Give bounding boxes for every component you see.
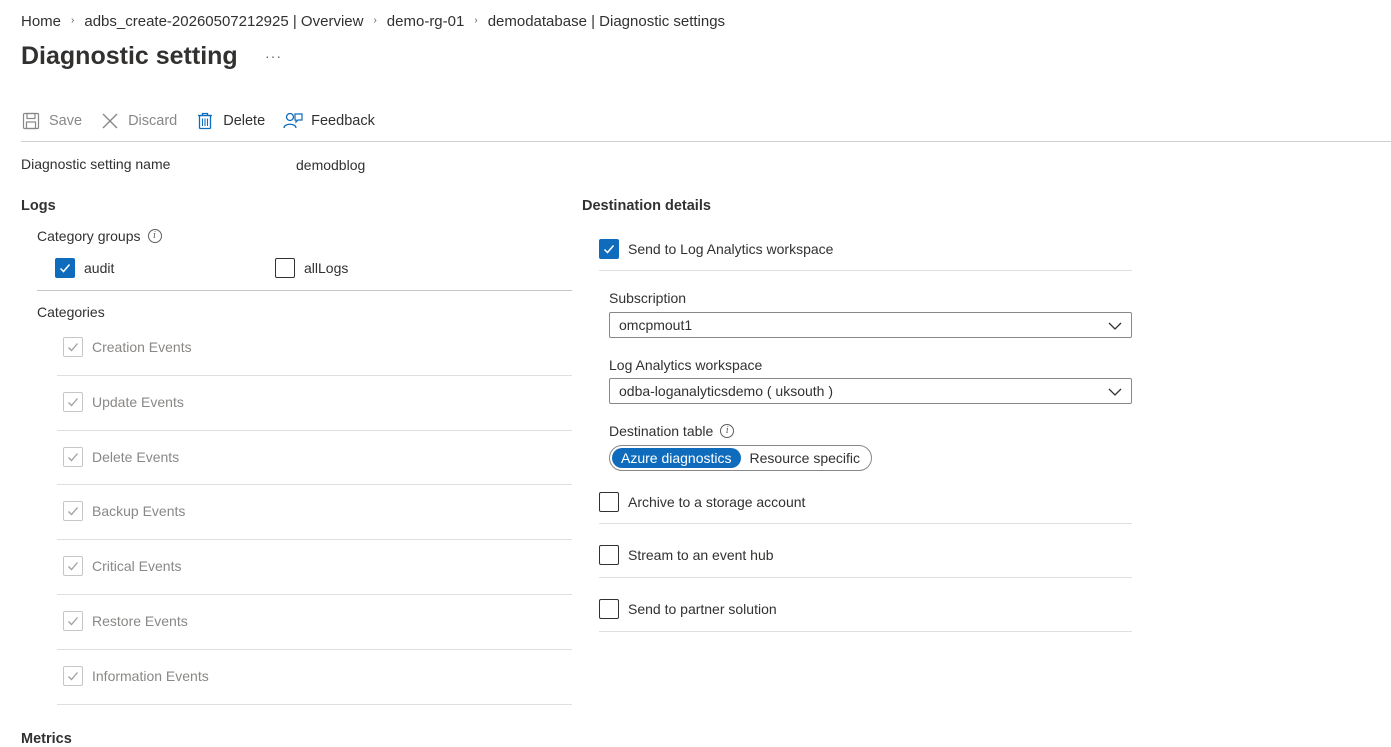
- workspace-label: Log Analytics workspace: [609, 357, 763, 373]
- breadcrumb-separator-icon: ›: [373, 14, 377, 26]
- checkbox-unchecked-icon: [599, 492, 619, 512]
- discard-label: Discard: [128, 113, 178, 129]
- destination-table-label: Destination table i: [609, 423, 735, 439]
- info-icon[interactable]: i: [147, 229, 162, 243]
- category-groups-text: Category groups: [37, 228, 141, 244]
- category-backup-events[interactable]: Backup Events: [63, 501, 185, 521]
- category-label: Update Events: [92, 394, 184, 410]
- category-creation-events[interactable]: Creation Events: [63, 337, 192, 357]
- setting-name-value: demodblog: [296, 157, 366, 173]
- command-bar: Save Discard Delete Feedback: [21, 106, 393, 136]
- breadcrumb-separator-icon: ›: [474, 14, 478, 26]
- destination-divider: [599, 577, 1132, 578]
- log-analytics-label: Send to Log Analytics workspace: [628, 241, 834, 257]
- category-divider: [57, 484, 572, 485]
- category-groups-label: Category groups i: [37, 228, 162, 244]
- delete-label: Delete: [223, 113, 266, 129]
- workspace-value: odba-loganalyticsdemo ( uksouth ): [619, 383, 834, 399]
- checkbox-disabled-icon: [63, 556, 83, 576]
- category-label: Critical Events: [92, 558, 182, 574]
- category-update-events[interactable]: Update Events: [63, 392, 184, 412]
- group-audit-checkbox[interactable]: audit: [55, 258, 114, 278]
- chevron-down-icon: [1108, 385, 1122, 401]
- breadcrumb-diagnostic-settings[interactable]: demodatabase | Diagnostic settings: [488, 13, 725, 30]
- subscription-dropdown[interactable]: omcpmout1: [609, 312, 1132, 338]
- delete-button[interactable]: Delete: [195, 111, 265, 131]
- breadcrumb-overview[interactable]: adbs_create-20260507212925 | Overview: [84, 13, 363, 30]
- category-divider: [57, 594, 572, 595]
- checkbox-disabled-icon: [63, 447, 83, 467]
- checkbox-disabled-icon: [63, 501, 83, 521]
- workspace-dropdown[interactable]: odba-loganalyticsdemo ( uksouth ): [609, 378, 1132, 404]
- trash-icon: [195, 111, 215, 131]
- category-groups-divider: [37, 290, 572, 291]
- subscription-label: Subscription: [609, 290, 687, 306]
- more-options-button[interactable]: ···: [265, 48, 282, 64]
- destination-divider: [599, 523, 1132, 524]
- category-information-events[interactable]: Information Events: [63, 666, 209, 686]
- event-hub-checkbox[interactable]: Stream to an event hub: [599, 545, 774, 565]
- category-divider: [57, 539, 572, 540]
- checkbox-unchecked-icon: [599, 545, 619, 565]
- archive-storage-label: Archive to a storage account: [628, 494, 806, 510]
- partner-solution-label: Send to partner solution: [628, 601, 777, 617]
- breadcrumb: Home › adbs_create-20260507212925 | Over…: [21, 11, 725, 31]
- destination-divider: [599, 270, 1132, 271]
- breadcrumb-home[interactable]: Home: [21, 13, 61, 30]
- azure-diagnostics-option[interactable]: Azure diagnostics: [612, 448, 741, 468]
- category-label: Information Events: [92, 668, 209, 684]
- destination-table-toggle: Azure diagnostics Resource specific: [609, 445, 872, 471]
- category-divider: [57, 430, 572, 431]
- page-title: Diagnostic setting: [21, 42, 238, 70]
- checkbox-unchecked-icon: [275, 258, 295, 278]
- partner-solution-checkbox[interactable]: Send to partner solution: [599, 599, 777, 619]
- checkbox-disabled-icon: [63, 666, 83, 686]
- checkbox-checked-icon: [599, 239, 619, 259]
- category-label: Creation Events: [92, 339, 192, 355]
- group-alllogs-label: allLogs: [304, 260, 349, 276]
- checkbox-checked-icon: [55, 258, 75, 278]
- setting-name-label: Diagnostic setting name: [21, 156, 171, 172]
- feedback-icon: [283, 111, 303, 131]
- resource-specific-option[interactable]: Resource specific: [741, 448, 870, 468]
- category-label: Restore Events: [92, 613, 188, 629]
- destination-divider: [599, 631, 1132, 632]
- close-icon: [100, 111, 120, 131]
- checkbox-disabled-icon: [63, 337, 83, 357]
- checkbox-unchecked-icon: [599, 599, 619, 619]
- category-label: Backup Events: [92, 503, 186, 519]
- category-label: Delete Events: [92, 449, 180, 465]
- info-icon[interactable]: i: [720, 424, 735, 438]
- group-audit-label: audit: [84, 260, 115, 276]
- toolbar-divider: [21, 141, 1391, 142]
- chevron-down-icon: [1108, 319, 1122, 335]
- event-hub-label: Stream to an event hub: [628, 547, 774, 563]
- save-button[interactable]: Save: [21, 111, 82, 131]
- category-divider: [57, 704, 572, 705]
- category-divider: [57, 649, 572, 650]
- category-restore-events[interactable]: Restore Events: [63, 611, 188, 631]
- feedback-label: Feedback: [311, 113, 375, 129]
- category-delete-events[interactable]: Delete Events: [63, 447, 179, 467]
- discard-button[interactable]: Discard: [100, 111, 177, 131]
- destination-table-text: Destination table: [609, 423, 714, 439]
- checkbox-disabled-icon: [63, 392, 83, 412]
- category-critical-events[interactable]: Critical Events: [63, 556, 181, 576]
- breadcrumb-separator-icon: ›: [71, 14, 75, 26]
- metrics-heading: Metrics: [21, 731, 72, 747]
- feedback-button[interactable]: Feedback: [283, 111, 375, 131]
- categories-label: Categories: [37, 304, 105, 320]
- save-label: Save: [49, 113, 83, 129]
- save-icon: [21, 111, 41, 131]
- group-alllogs-checkbox[interactable]: allLogs: [275, 258, 348, 278]
- archive-storage-checkbox[interactable]: Archive to a storage account: [599, 492, 805, 512]
- breadcrumb-resource-group[interactable]: demo-rg-01: [387, 13, 465, 30]
- subscription-value: omcpmout1: [619, 317, 693, 333]
- destination-heading: Destination details: [582, 198, 711, 214]
- category-divider: [57, 375, 572, 376]
- log-analytics-checkbox[interactable]: Send to Log Analytics workspace: [599, 239, 833, 259]
- checkbox-disabled-icon: [63, 611, 83, 631]
- logs-heading: Logs: [21, 198, 56, 214]
